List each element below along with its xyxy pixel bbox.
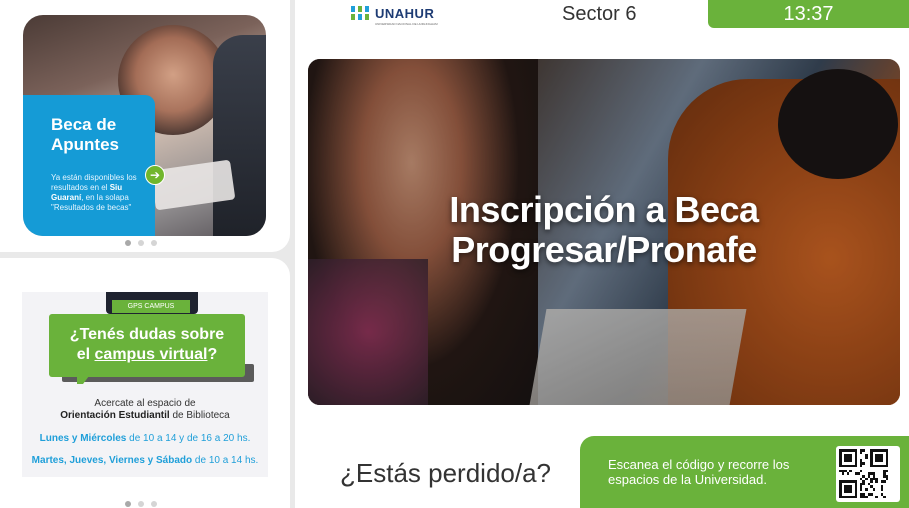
info-line2-bold: Orientación Estudiantil bbox=[60, 410, 170, 421]
qr-module bbox=[872, 488, 876, 491]
qr-module bbox=[870, 480, 873, 483]
qr-module bbox=[862, 449, 865, 452]
hero-title: Inscripción a Beca Progresar/Pronafe bbox=[308, 190, 900, 270]
qr-module bbox=[875, 480, 878, 483]
qr-module bbox=[865, 477, 868, 481]
info-line2-rest: de Biblioteca bbox=[169, 410, 230, 421]
schedule-1: Lunes y Miércoles de 10 a 14 y de 16 a 2… bbox=[22, 433, 268, 445]
sector-label: Sector 6 bbox=[562, 3, 637, 25]
speech-bubble-tail bbox=[77, 376, 89, 384]
arrow-right-icon[interactable]: ➔ bbox=[145, 165, 165, 185]
carousel-dot[interactable] bbox=[138, 501, 144, 507]
bubble-line2-prefix: el bbox=[76, 346, 95, 363]
campus-virtual-link[interactable]: campus virtual bbox=[95, 346, 208, 363]
qr-module bbox=[841, 472, 845, 475]
beca-text-1: Ya están disponibles los resultados en e… bbox=[51, 173, 137, 192]
unahur-logo-icon bbox=[351, 6, 369, 20]
info-line1: Acercate al espacio de bbox=[94, 398, 196, 409]
schedule-2: Martes, Jueves, Viernes y Sábado de 10 a… bbox=[22, 455, 268, 467]
qr-instruction: Escanea el código y recorre los espacios… bbox=[608, 457, 790, 487]
photo-student-right bbox=[213, 35, 266, 236]
beca-title-line2: Apuntes bbox=[51, 135, 119, 154]
qr-module bbox=[885, 477, 889, 481]
qr-finder bbox=[875, 454, 884, 462]
carousel-dots-bottom bbox=[125, 501, 157, 507]
qr-module bbox=[883, 495, 886, 499]
schedule-2-days: Martes, Jueves, Viernes y Sábado bbox=[31, 455, 193, 466]
logo-text: UNAHUR bbox=[375, 5, 435, 21]
qr-module bbox=[880, 488, 884, 491]
schedule-1-hours: de 10 a 14 y de 16 a 20 hs. bbox=[126, 433, 251, 444]
qr-module bbox=[849, 469, 852, 473]
hero-title-line1: Inscripción a Beca bbox=[449, 189, 759, 230]
clock: 13:37 bbox=[708, 0, 909, 28]
qr-module bbox=[865, 488, 868, 491]
carousel-dots-top bbox=[125, 240, 157, 246]
logo-subtext: UNIVERSIDAD NACIONAL DE HURLINGHAM bbox=[375, 22, 438, 26]
qr-module bbox=[875, 495, 878, 499]
qr-module bbox=[883, 480, 886, 483]
gps-campus-tag: GPS CAMPUS bbox=[112, 300, 190, 313]
qr-module bbox=[870, 493, 873, 496]
qr-module bbox=[865, 495, 868, 499]
lost-prompt: ¿Estás perdido/a? bbox=[340, 458, 552, 488]
qr-module bbox=[862, 462, 865, 465]
beca-apuntes-title: Beca de Apuntes bbox=[51, 115, 145, 155]
gps-campus-banner[interactable]: GPS CAMPUS ¿Tenés dudas sobre el campus … bbox=[22, 292, 268, 477]
carousel-dot[interactable] bbox=[138, 240, 144, 246]
unahur-logo: UNAHUR UNIVERSIDAD NACIONAL DE HURLINGHA… bbox=[351, 5, 438, 26]
qr-finder bbox=[844, 454, 852, 462]
speech-bubble: ¿Tenés dudas sobre el campus virtual? bbox=[49, 314, 245, 377]
carousel-dot[interactable] bbox=[125, 240, 131, 246]
qr-code-pattern bbox=[839, 449, 897, 499]
beca-apuntes-box: Beca de Apuntes Ya están disponibles los… bbox=[23, 95, 155, 236]
top-header: UNAHUR UNIVERSIDAD NACIONAL DE HURLINGHA… bbox=[295, 0, 909, 28]
hero-title-line2: Progresar/Pronafe bbox=[451, 229, 757, 270]
qr-code-icon[interactable] bbox=[836, 446, 900, 502]
qr-module bbox=[857, 472, 860, 475]
beca-title-line1: Beca de bbox=[51, 115, 117, 134]
qr-module bbox=[859, 488, 863, 491]
beca-apuntes-banner[interactable]: Beca de Apuntes Ya están disponibles los… bbox=[23, 15, 266, 236]
qr-module bbox=[885, 469, 889, 473]
bubble-line2-suffix: ? bbox=[207, 346, 218, 363]
schedule-1-days: Lunes y Miércoles bbox=[39, 433, 127, 444]
qr-finder bbox=[844, 485, 852, 494]
beca-apuntes-text: Ya están disponibles los resultados en e… bbox=[51, 173, 145, 213]
carousel-dot[interactable] bbox=[151, 240, 157, 246]
main-panel: Inscripción a Beca Progresar/Pronafe ¿Es… bbox=[295, 28, 909, 508]
qr-module bbox=[859, 469, 863, 473]
qr-module bbox=[859, 451, 863, 455]
qr-module bbox=[862, 482, 865, 486]
qr-module bbox=[859, 464, 863, 468]
hero-banner[interactable]: Inscripción a Beca Progresar/Pronafe bbox=[308, 59, 900, 405]
carousel-dot[interactable] bbox=[125, 501, 131, 507]
orientation-info: Acercate al espacio de Orientación Estud… bbox=[22, 398, 268, 422]
schedule-2-hours: de 10 a 14 hs. bbox=[192, 455, 259, 466]
bubble-line1: ¿Tenés dudas sobre bbox=[69, 326, 225, 343]
top-promo-card: Beca de Apuntes Ya están disponibles los… bbox=[0, 0, 290, 252]
carousel-dot[interactable] bbox=[151, 501, 157, 507]
qr-module bbox=[846, 472, 850, 475]
qr-module bbox=[865, 456, 868, 460]
qr-banner[interactable]: Escanea el código y recorre los espacios… bbox=[580, 436, 909, 508]
